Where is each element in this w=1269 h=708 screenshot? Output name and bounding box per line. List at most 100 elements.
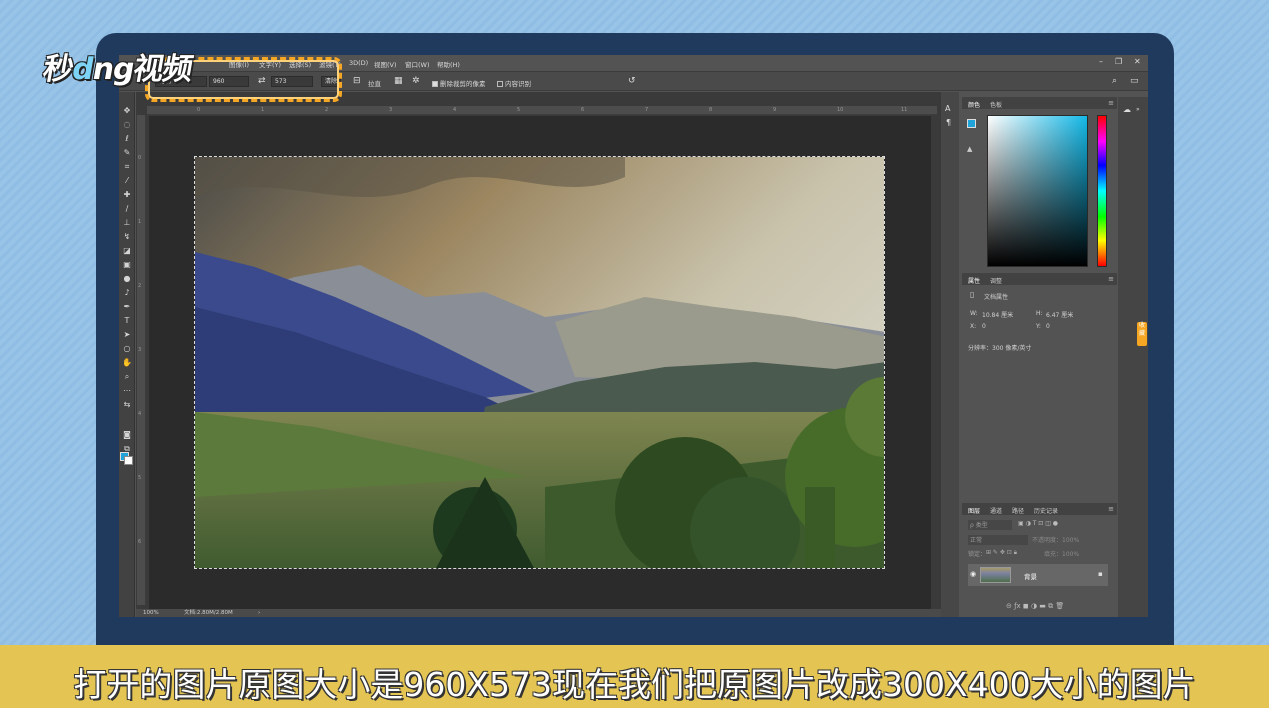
menu-window[interactable]: 窗口(W) (405, 59, 430, 69)
photoshop-window: 图像(I) 文字(Y) 选择(S) 滤镜(T) 3D(D) 视图(V) 窗口(W… (119, 55, 1148, 617)
layer-name[interactable]: 背景 (1024, 571, 1037, 581)
height-value[interactable]: 6.47 厘米 (1046, 310, 1073, 319)
blur-tool-icon[interactable]: ● (122, 274, 132, 284)
tab-color[interactable]: 颜色 (968, 100, 980, 109)
pen-tool-icon[interactable]: ✒ (122, 302, 132, 312)
visibility-eye-icon[interactable]: ◉ (970, 570, 976, 578)
restore-icon[interactable]: ❐ (1115, 57, 1122, 66)
settings-gear-icon[interactable]: ✲ (412, 77, 420, 86)
tab-paths[interactable]: 路径 (1012, 506, 1024, 515)
right-panels: 颜色 色板 ≡ ▲ 属性 调整 ≡ ▯ 文档属性 W: 10.84 厘米 H: … (962, 97, 1117, 617)
ruler-tick-label: 0 (138, 155, 142, 161)
search-icon[interactable]: ⌕ (1112, 77, 1117, 86)
delete-pixels-checkbox[interactable]: 删除裁剪的像素 (432, 78, 486, 88)
properties-title: 文档属性 (984, 294, 1009, 301)
close-icon[interactable]: ✕ (1134, 57, 1141, 66)
blend-mode-select[interactable]: 正常 (968, 535, 1028, 545)
panel-menu-icon[interactable]: ≡ (1108, 505, 1114, 513)
status-bar: 100% 文档:2.80M/2.80M › (136, 609, 947, 617)
libraries-icon[interactable]: ☁ (1123, 105, 1131, 114)
screen-mode-icon[interactable]: ⧉ (122, 444, 132, 454)
marquee-tool-icon[interactable]: ◌ (122, 120, 132, 130)
zoom-level[interactable]: 100% (143, 609, 159, 617)
eraser-tool-icon[interactable]: ◪ (122, 246, 132, 256)
quick-mask-icon[interactable]: ◙ (122, 430, 132, 440)
ruler-tick-label: 2 (138, 283, 142, 289)
color-picker-field[interactable] (987, 115, 1088, 267)
zoom-tool-icon[interactable]: ⌕ (122, 372, 132, 382)
menu-help[interactable]: 帮助(H) (437, 59, 460, 69)
menu-view[interactable]: 视图(V) (374, 59, 397, 69)
menu-3d[interactable]: 3D(D) (349, 59, 368, 67)
x-value[interactable]: 0 (982, 323, 986, 330)
more-tools-icon[interactable]: ⋯ (122, 386, 132, 396)
workspace-icon[interactable]: ▭ (1130, 77, 1139, 86)
path-select-tool-icon[interactable]: ➤ (122, 330, 132, 340)
move-tool-icon[interactable]: ✥ (122, 106, 132, 116)
lasso-tool-icon[interactable]: ℓ (122, 134, 132, 144)
hue-slider[interactable] (1097, 115, 1107, 267)
tab-channels[interactable]: 通道 (990, 506, 1002, 515)
layer-thumbnail (980, 567, 1011, 583)
layer-filter-icons[interactable]: ▣ ◑ T ⊡ ◫ ● (1018, 520, 1058, 527)
layer-bottom-actions[interactable]: ⊝ ƒx ◼ ◑ ▬ ⧉ 🗑︎ (1006, 602, 1064, 611)
panel-menu-icon[interactable]: ≡ (1108, 99, 1114, 107)
content-aware-checkbox[interactable]: 内容识别 (497, 78, 531, 88)
width-value[interactable]: 10.84 厘米 (982, 310, 1013, 319)
fill-field[interactable]: 填充：100% (1044, 549, 1079, 558)
straighten-label[interactable]: 拉直 (368, 78, 381, 88)
minimize-icon[interactable]: – (1099, 57, 1103, 66)
healing-tool-icon[interactable]: ✚ (122, 190, 132, 200)
character-icon[interactable]: A (945, 104, 950, 113)
ruler-tick-label: 4 (138, 411, 142, 417)
collapse-panels-icon[interactable]: » (1136, 106, 1140, 113)
document-image[interactable] (194, 156, 885, 569)
tools-panel: ✥ ◌ ℓ ✎ ⌗ ⁄ ✚ ∕ ⊥ ↯ ◪ ▣ ● ♪ ✒ T ➤ ○ ✋ ⌕ … (119, 92, 135, 617)
default-colors-icon[interactable]: ⇆ (122, 400, 132, 410)
crop-tool-icon[interactable]: ⌗ (122, 162, 132, 172)
landscape-photo (195, 157, 884, 568)
straighten-icon[interactable]: ⊟ (353, 77, 361, 86)
checkbox-checked-icon (432, 81, 438, 87)
ruler-tick-label: 3 (138, 347, 142, 353)
grid-overlay-icon[interactable]: ▦ (394, 77, 403, 86)
tab-history[interactable]: 历史记录 (1034, 506, 1058, 515)
content-aware-label: 内容识别 (505, 80, 531, 88)
shape-tool-icon[interactable]: ○ (122, 344, 132, 354)
x-label: X: (970, 323, 977, 330)
subtitle-text: 打开的图片原图大小是960X573现在我们把原图片改成300X400大小的图片 (73, 665, 1196, 704)
brush-tool-icon[interactable]: ∕ (122, 204, 132, 214)
tab-layers[interactable]: 图层 (968, 506, 980, 515)
dodge-tool-icon[interactable]: ♪ (122, 288, 132, 298)
type-tool-icon[interactable]: T (122, 316, 132, 326)
layer-filter-select[interactable]: ρ 类型 (968, 520, 1012, 530)
ruler-tick-label: 7 (645, 107, 649, 113)
tab-properties[interactable]: 属性 (968, 276, 980, 285)
gradient-tool-icon[interactable]: ▣ (122, 260, 132, 270)
properties-panel-tabs: 属性 调整 ≡ (962, 273, 1117, 285)
reset-icon[interactable]: ↺ (628, 77, 636, 86)
stamp-tool-icon[interactable]: ⊥ (122, 218, 132, 228)
eyedropper-tool-icon[interactable]: ⁄ (122, 176, 132, 186)
layer-row-background[interactable]: ◉ 背景 ▪ (968, 564, 1108, 586)
ruler-tick-label: 3 (389, 107, 393, 113)
lock-icons[interactable]: ⊞ ✎ ✥ ⊡ 🔒︎ (986, 549, 1017, 557)
quick-select-tool-icon[interactable]: ✎ (122, 148, 132, 158)
fg-color-chip[interactable] (967, 119, 976, 128)
history-brush-tool-icon[interactable]: ↯ (122, 232, 132, 242)
ruler-tick-label: 6 (581, 107, 585, 113)
panel-menu-icon[interactable]: ≡ (1108, 275, 1114, 283)
opacity-field[interactable]: 不透明度：100% (1032, 535, 1079, 544)
paragraph-icon[interactable]: ¶ (946, 118, 951, 127)
tab-swatches[interactable]: 色板 (990, 100, 1002, 109)
tab-adjustments[interactable]: 调整 (990, 276, 1002, 285)
ruler-tick-label: 1 (138, 219, 142, 225)
ruler-tick-label: 9 (773, 107, 777, 113)
favorite-tag[interactable]: 收藏 (1137, 322, 1147, 346)
status-arrow-icon[interactable]: › (258, 609, 260, 617)
y-value[interactable]: 0 (1046, 323, 1050, 330)
background-color-swatch[interactable] (124, 456, 133, 465)
hand-tool-icon[interactable]: ✋ (122, 358, 132, 368)
ruler-tick-label: 0 (197, 107, 201, 113)
ruler-tick-label: 4 (453, 107, 457, 113)
